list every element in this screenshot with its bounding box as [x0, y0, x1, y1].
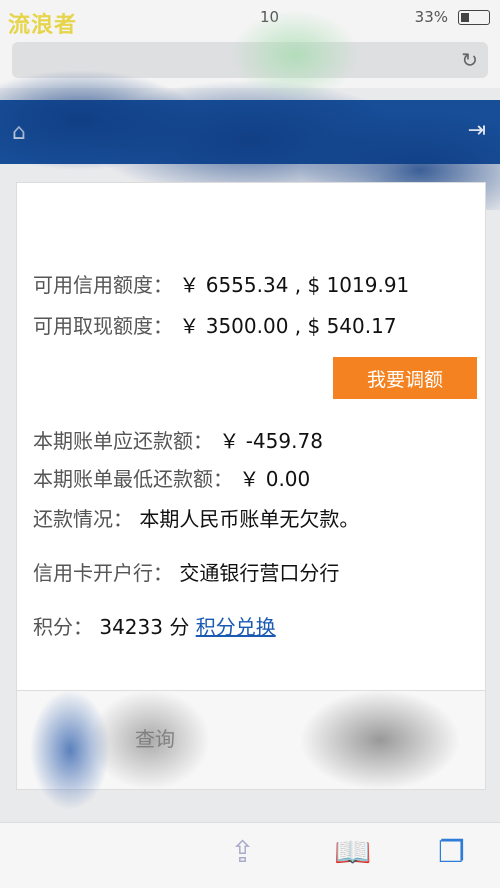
cash-limit-row: 可用取现额度： ￥ 3500.00 , $ 540.17: [33, 310, 397, 339]
status-bar: 流浪者 10 33%: [0, 0, 500, 38]
credit-limit-label: 可用信用额度：: [33, 273, 173, 297]
tabs-icon[interactable]: ❐: [438, 835, 465, 870]
battery-percent: 33%: [414, 8, 448, 26]
app-header: ⌂ ⇥: [0, 100, 500, 164]
points-row: 积分： 34233 分 积分兑换: [33, 611, 276, 640]
cash-limit-label: 可用取现额度：: [33, 314, 173, 338]
statement-due-row: 本期账单应还款额： ￥ -459.78: [33, 425, 323, 454]
query-label[interactable]: 查询: [135, 723, 175, 752]
minimum-payment-value: ￥ 0.00: [239, 467, 311, 491]
query-section: 查询: [16, 690, 486, 790]
issuing-bank-row: 信用卡开户行： 交通银行营口分行: [33, 557, 339, 586]
points-exchange-link[interactable]: 积分兑换: [196, 615, 276, 639]
status-time: 10: [260, 8, 280, 26]
logout-icon[interactable]: ⇥: [468, 118, 486, 143]
minimum-payment-row: 本期账单最低还款额： ￥ 0.00: [33, 463, 310, 492]
url-field[interactable]: [12, 42, 488, 78]
battery-icon: [458, 10, 490, 25]
reload-icon[interactable]: ↻: [461, 48, 478, 72]
statement-due-value: ￥ -459.78: [219, 429, 323, 453]
home-icon[interactable]: ⌂: [12, 120, 36, 145]
minimum-payment-label: 本期账单最低还款额：: [33, 467, 233, 491]
credit-card-info-panel: 可用信用额度： ￥ 6555.34 , $ 1019.91 可用取现额度： ￥ …: [16, 182, 486, 694]
issuing-bank-value: 交通银行营口分行: [179, 561, 340, 585]
credit-limit-row: 可用信用额度： ￥ 6555.34 , $ 1019.91: [33, 269, 409, 298]
adjust-limit-button[interactable]: 我要调额: [333, 357, 477, 399]
bookmarks-icon[interactable]: 📖: [334, 835, 371, 870]
points-value: 34233 分: [99, 615, 190, 639]
cash-limit-value: ￥ 3500.00 , $ 540.17: [179, 314, 397, 338]
statement-due-label: 本期账单应还款额：: [33, 429, 213, 453]
points-label: 积分：: [33, 615, 93, 639]
address-bar: ↻: [0, 34, 500, 88]
issuing-bank-label: 信用卡开户行：: [33, 561, 173, 585]
share-icon[interactable]: ⇪: [230, 835, 255, 870]
browser-toolbar: ⇪ 📖 ❐: [0, 822, 500, 888]
repayment-status-value: 本期人民币账单无欠款。: [139, 507, 360, 531]
credit-limit-value: ￥ 6555.34 , $ 1019.91: [179, 273, 410, 297]
repayment-status-row: 还款情况： 本期人民币账单无欠款。: [33, 503, 359, 532]
repayment-status-label: 还款情况：: [33, 507, 133, 531]
